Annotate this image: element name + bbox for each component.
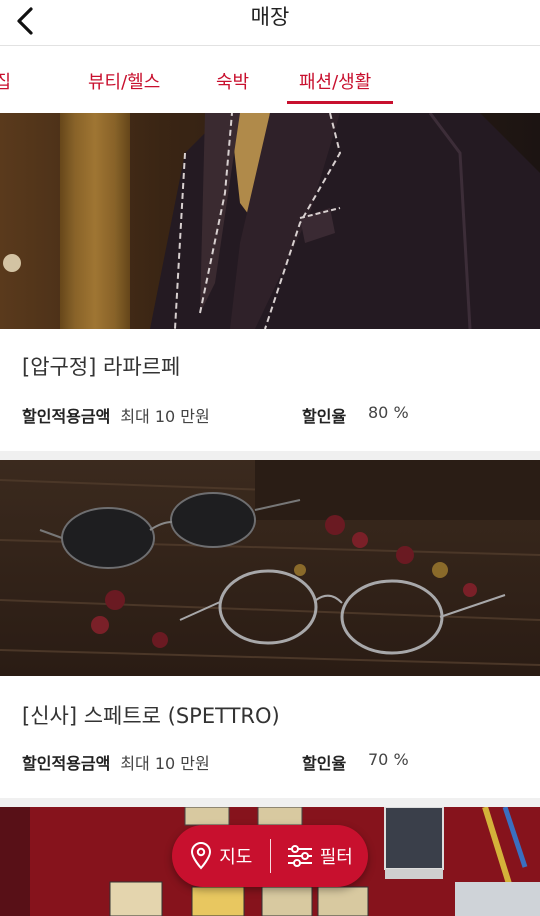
discount-amount-value: 최대 10 만원: [120, 407, 210, 426]
discount-rate-label: 할인율: [302, 407, 347, 426]
map-filter-fab: 지도 필터: [172, 825, 368, 887]
tab-restaurants[interactable]: 맛집: [0, 68, 11, 94]
tab-beauty-health[interactable]: 뷰티/헬스: [88, 68, 160, 94]
filter-button[interactable]: 필터: [271, 825, 369, 887]
active-tab-indicator: [287, 101, 393, 104]
map-button[interactable]: 지도: [172, 825, 270, 887]
store-image-glasses: [0, 460, 540, 676]
tab-lodging[interactable]: 숙박: [216, 68, 249, 94]
discount-amount-label: 할인적용금액: [22, 407, 111, 426]
store-card[interactable]: [신사] 스페트로 (SPETTRO) 할인적용금액 최대 10 만원 할인율 7…: [0, 460, 540, 798]
page-title: 매장: [250, 5, 290, 29]
app-header: 매장: [0, 0, 540, 46]
filter-label: 필터: [319, 847, 353, 868]
discount-rate-label: 할인율: [302, 754, 347, 773]
store-name: [신사] 스페트로 (SPETTRO): [22, 704, 280, 728]
discount-rate-value: 70 %: [368, 750, 409, 769]
map-label: 지도: [219, 847, 253, 868]
card-divider: [0, 798, 540, 807]
store-discount-info: 할인적용금액 최대 10 만원 할인율 80 %: [22, 403, 522, 426]
card-divider: [0, 451, 540, 460]
store-name: [압구정] 라파르페: [22, 355, 181, 379]
discount-amount-value: 최대 10 만원: [120, 754, 210, 773]
store-card[interactable]: [압구정] 라파르페 할인적용금액 최대 10 만원 할인율 80 %: [0, 113, 540, 451]
tab-fashion-living[interactable]: 패션/생활: [299, 68, 371, 94]
sliders-icon: [287, 845, 312, 867]
discount-amount-label: 할인적용금액: [22, 754, 111, 773]
store-image-suit: [0, 113, 540, 329]
discount-rate-value: 80 %: [368, 403, 409, 422]
map-pin-icon: [191, 842, 212, 870]
store-discount-info: 할인적용금액 최대 10 만원 할인율 70 %: [22, 750, 522, 773]
category-tabs: 맛집 뷰티/헬스 숙박 패션/생활: [0, 46, 540, 112]
